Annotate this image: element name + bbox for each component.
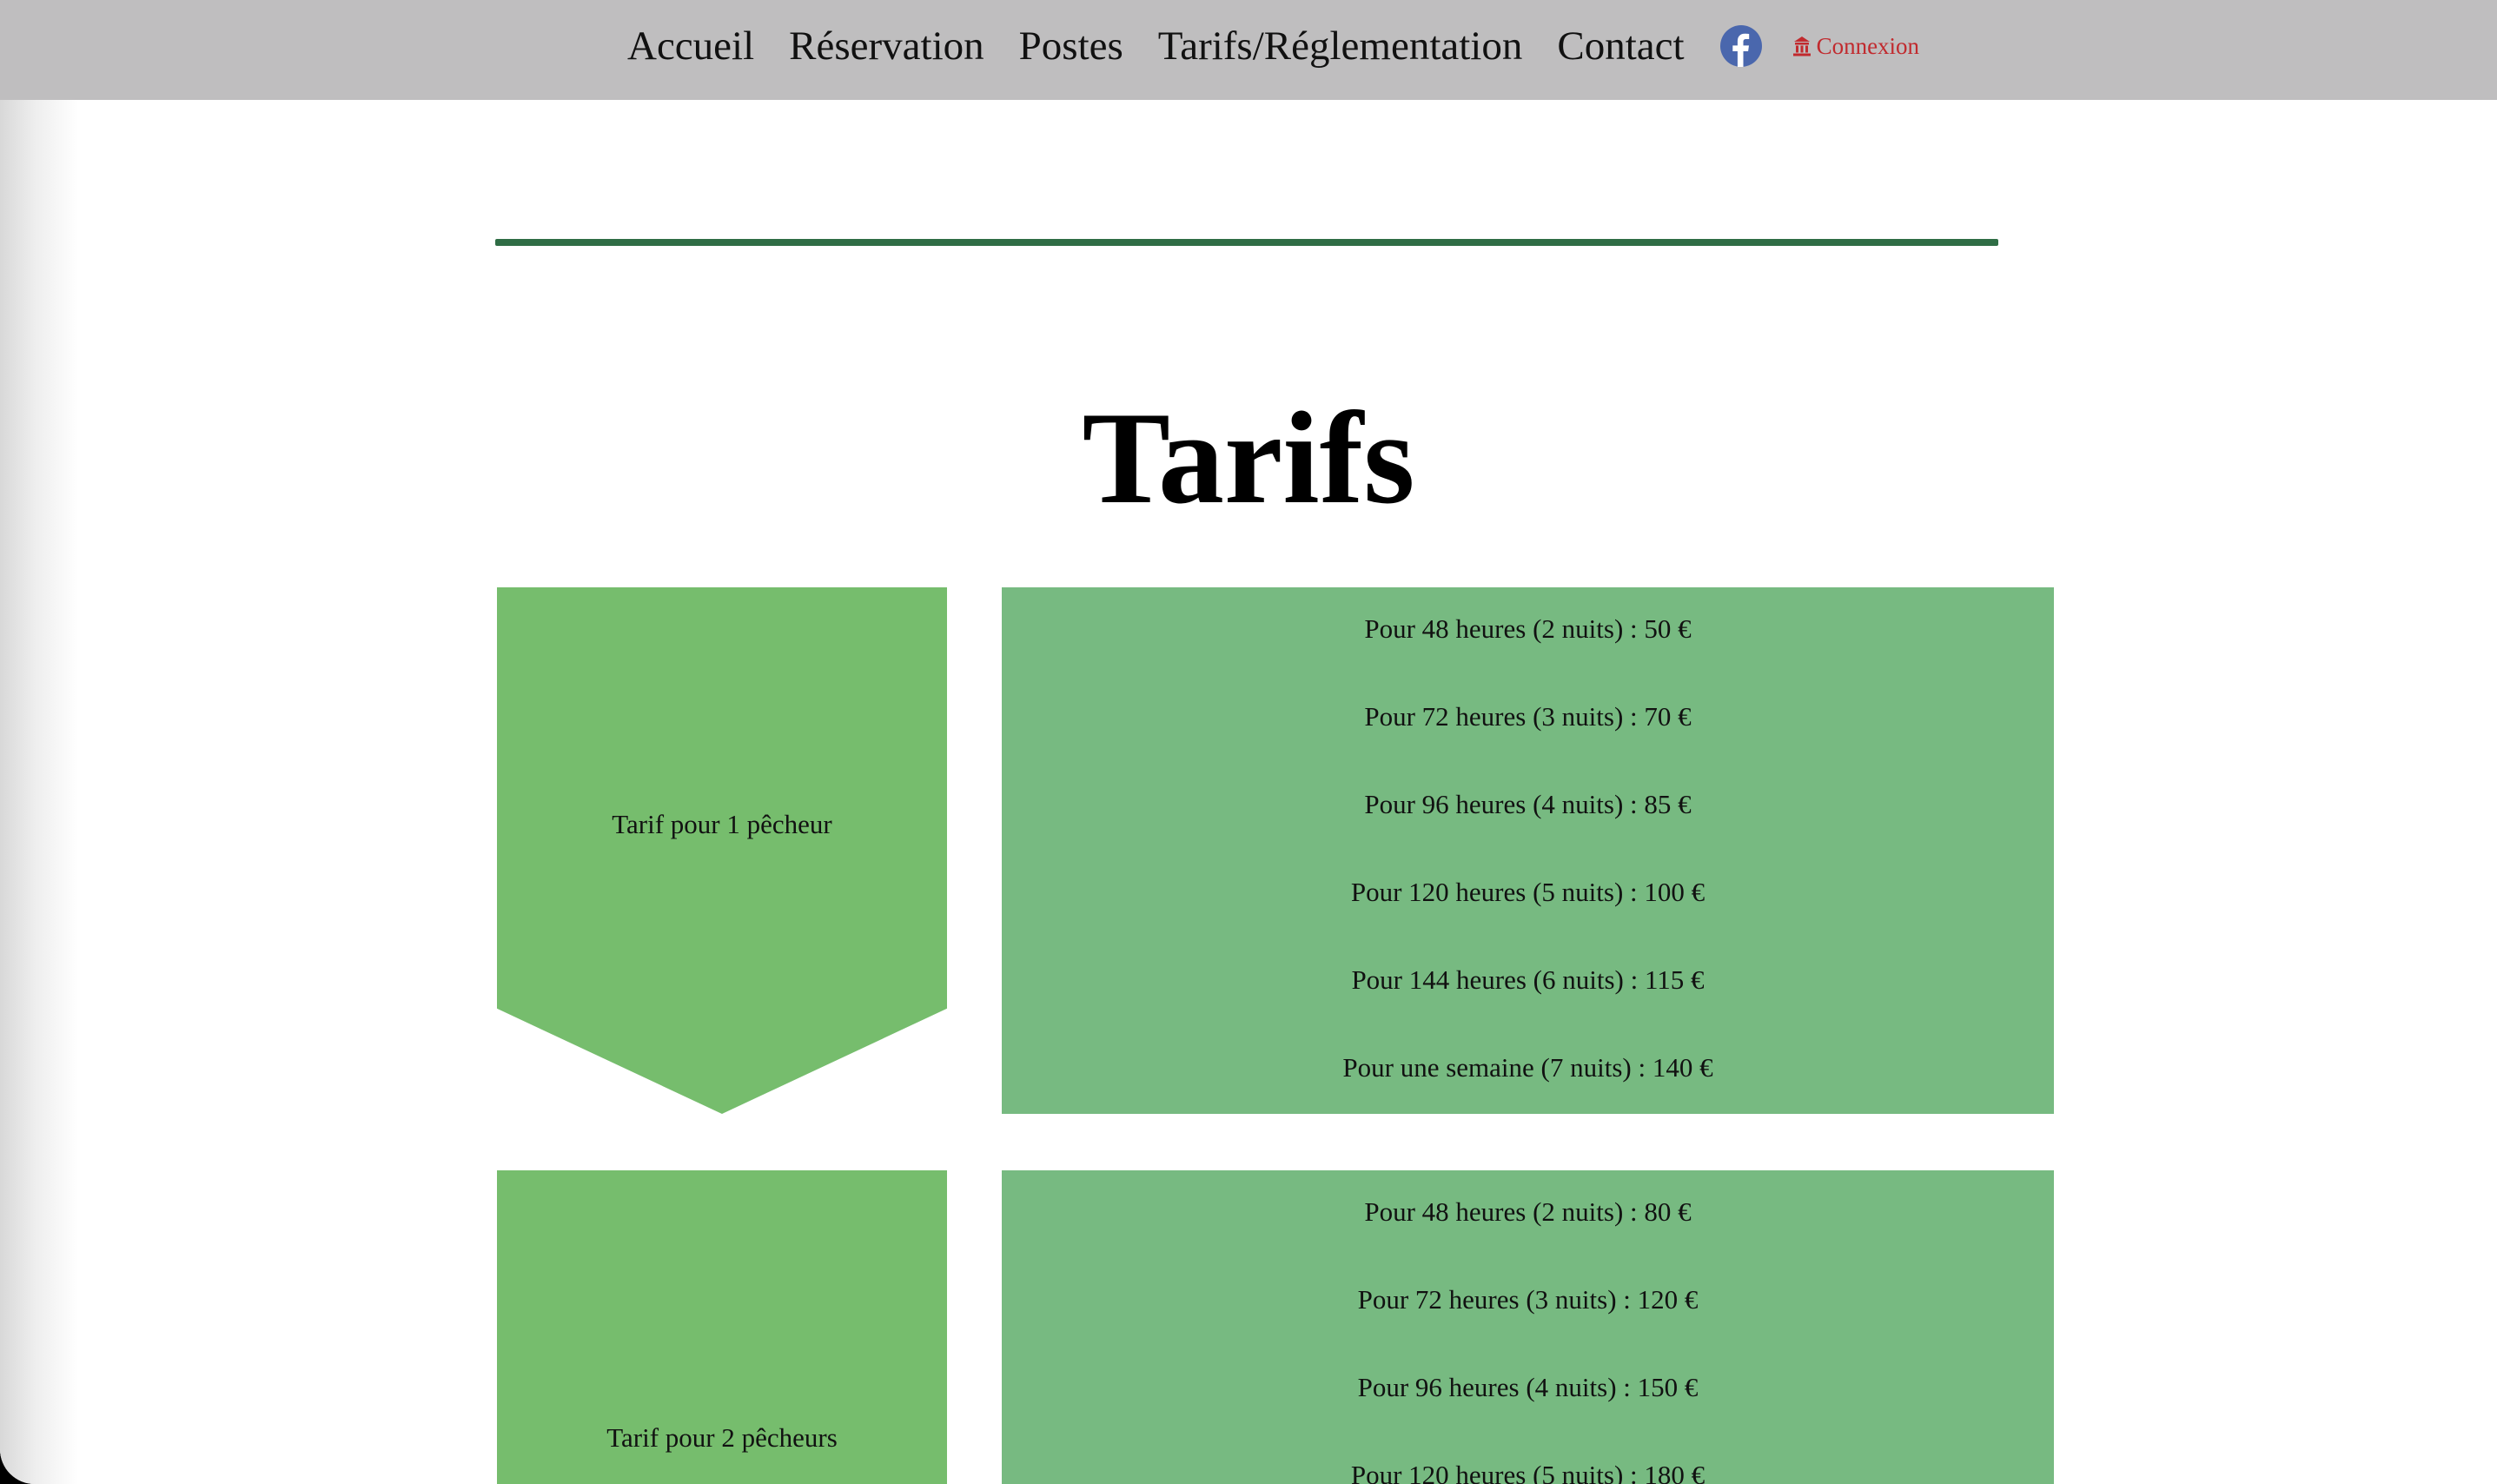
nav-link-postes[interactable]: Postes (1019, 23, 1123, 70)
price-row: Pour 144 heures (6 nuits) : 115 € (1351, 964, 1705, 995)
login-link[interactable]: Connexion (1792, 32, 1920, 60)
price-row: Pour une semaine (7 nuits) : 140 € (1342, 1052, 1713, 1083)
price-row: Pour 48 heures (2 nuits) : 80 € (1364, 1196, 1692, 1227)
price-row: Pour 120 heures (5 nuits) : 180 € (1350, 1460, 1706, 1484)
window-shadow (0, 0, 78, 1484)
tariff-label: Tarif pour 2 pêcheurs (606, 1422, 838, 1453)
nav-link-accueil[interactable]: Accueil (627, 23, 754, 70)
price-row: Pour 72 heures (3 nuits) : 120 € (1357, 1284, 1699, 1315)
price-row: Pour 72 heures (3 nuits) : 70 € (1364, 701, 1692, 732)
price-row: Pour 96 heures (4 nuits) : 85 € (1364, 789, 1692, 819)
login-label: Connexion (1816, 32, 1920, 59)
page-title: Tarifs (1082, 385, 1415, 531)
top-navbar: Accueil Réservation Postes Tarifs/Réglem… (0, 0, 2497, 100)
price-list-2: Pour 48 heures (2 nuits) : 80 € Pour 72 … (1002, 1170, 2054, 1484)
tariff-label-box-1: Tarif pour 1 pêcheur (497, 587, 947, 1114)
nav-link-contact[interactable]: Contact (1557, 23, 1684, 70)
facebook-icon[interactable] (1719, 24, 1763, 68)
page: Accueil Réservation Postes Tarifs/Réglem… (0, 0, 2497, 1484)
nav-links: Accueil Réservation Postes Tarifs/Réglem… (627, 0, 1919, 92)
tariff-label: Tarif pour 1 pêcheur (612, 809, 832, 839)
tariff-label-box-2: Tarif pour 2 pêcheurs (497, 1170, 947, 1484)
nav-link-tarifs[interactable]: Tarifs/Réglementation (1158, 23, 1523, 70)
price-row: Pour 48 heures (2 nuits) : 50 € (1364, 613, 1692, 644)
price-list-1: Pour 48 heures (2 nuits) : 50 € Pour 72 … (1002, 587, 2054, 1114)
section-divider (495, 239, 1998, 246)
nav-link-reservation[interactable]: Réservation (789, 23, 984, 70)
price-row: Pour 96 heures (4 nuits) : 150 € (1357, 1372, 1699, 1402)
price-row: Pour 120 heures (5 nuits) : 100 € (1350, 877, 1706, 907)
building-icon (1792, 36, 1811, 56)
